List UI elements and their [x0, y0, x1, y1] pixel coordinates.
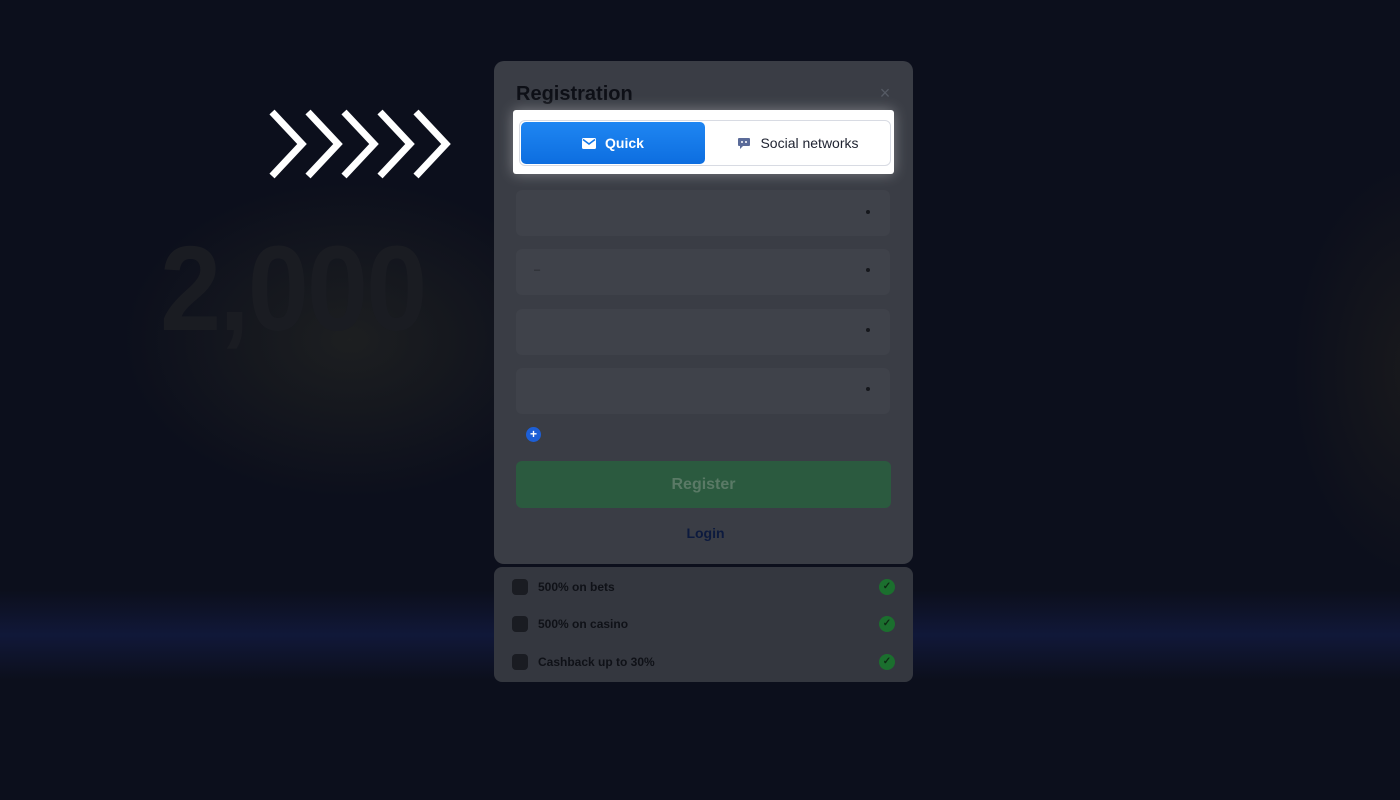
- bonus-item: Cashback up to 30% ✓: [512, 651, 895, 673]
- currency-field[interactable]: –: [516, 249, 890, 295]
- background-promo-amount: 2,000: [160, 220, 427, 357]
- tab-social-label: Social networks: [760, 135, 859, 151]
- promo-code-row[interactable]: +: [516, 427, 541, 442]
- cashback-icon: [512, 654, 528, 670]
- chevron-down-icon: [866, 387, 870, 391]
- registration-tabs: Quick Social networks: [519, 120, 891, 166]
- bonus-label: 500% on bets: [538, 580, 615, 594]
- login-row: Login: [494, 525, 913, 541]
- casino-icon: [512, 616, 528, 632]
- bonus-item: 500% on casino ✓: [512, 613, 895, 635]
- envelope-icon: [582, 137, 597, 149]
- bonus-label: 500% on casino: [538, 617, 629, 631]
- tab-quick-label: Quick: [605, 135, 644, 151]
- bonus-field[interactable]: [516, 368, 890, 414]
- modal-title: Registration: [516, 83, 633, 105]
- plus-icon[interactable]: +: [526, 427, 541, 442]
- check-icon: ✓: [879, 579, 895, 595]
- pointer-arrows-icon: [269, 109, 451, 179]
- check-icon: ✓: [879, 654, 895, 670]
- check-icon: ✓: [879, 616, 895, 632]
- close-icon[interactable]: ×: [875, 83, 895, 103]
- currency-placeholder: –: [534, 264, 541, 276]
- chevron-down-icon: [866, 328, 870, 332]
- country-field[interactable]: [516, 190, 890, 236]
- tab-quick[interactable]: Quick: [521, 122, 705, 164]
- login-link[interactable]: Login: [686, 525, 724, 541]
- chevron-down-icon: [866, 210, 870, 214]
- chat-bubble-icon: [737, 137, 751, 150]
- registration-modal: Registration × Quick Social networks – +…: [494, 61, 913, 564]
- tabs-highlight: Quick Social networks: [513, 110, 894, 174]
- bonus-panel: 500% on bets ✓ 500% on casino ✓ Cashback…: [494, 567, 913, 682]
- chevron-down-icon: [866, 268, 870, 272]
- phone-field[interactable]: [516, 309, 890, 355]
- tab-social-networks[interactable]: Social networks: [706, 121, 890, 165]
- bonus-label: Cashback up to 30%: [538, 655, 655, 669]
- bonus-item: 500% on bets ✓: [512, 576, 895, 598]
- sports-icon: [512, 579, 528, 595]
- background-orb: [1290, 160, 1400, 580]
- register-button[interactable]: Register: [516, 461, 891, 508]
